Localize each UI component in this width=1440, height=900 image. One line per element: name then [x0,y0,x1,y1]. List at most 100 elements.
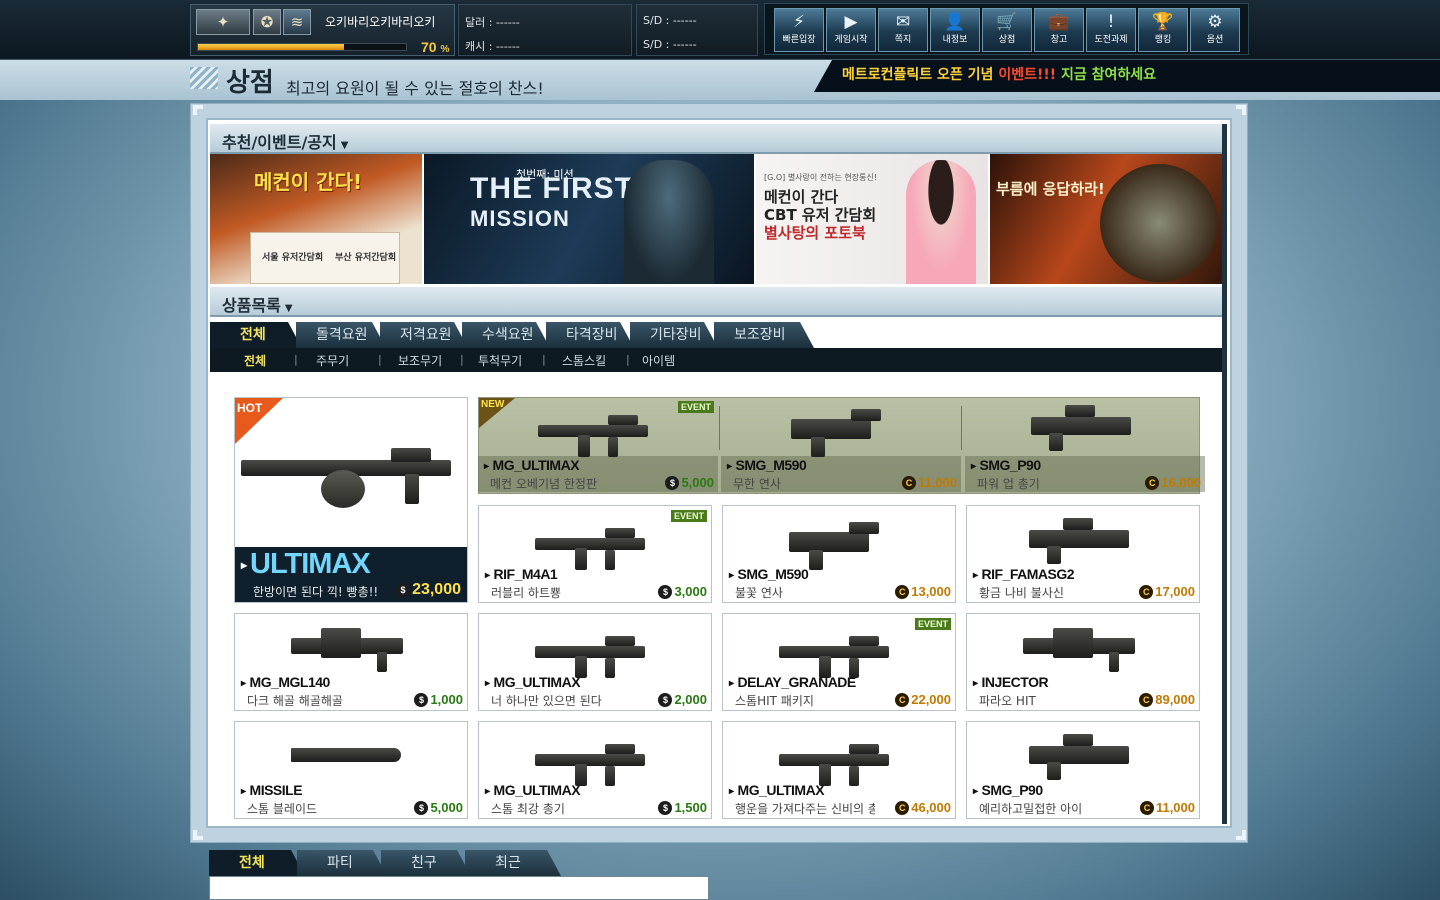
weapon-image [1023,510,1143,570]
hot-item-card[interactable]: HOT ULTIMAX 한방이면 된다 끽! 빵총!! $23,000 [234,397,468,603]
tab-recon[interactable]: 수색요원 [462,322,550,348]
menu-quick-join-button[interactable]: ⚡ 빠른입장 [774,8,824,52]
item-desc: 스톰HIT 패키지 [735,694,814,708]
product-card[interactable]: SMG_M590 불꽃 연사 C13,000 [722,505,956,603]
product-card[interactable]: INJECTOR 파라오 HIT C89,000 [966,613,1200,711]
item-desc: 행운을 가져다주는 신비의 총 [735,802,875,816]
item-desc: 러블리 하트뿅 [491,586,562,600]
tab-etc-gear[interactable]: 기타장비 [630,322,718,348]
item-price: C 16,000 [1145,475,1201,490]
product-card[interactable]: RIF_FAMASG2 황금 나비 불사신 C17,000 [966,505,1200,603]
subtab-storm-skill[interactable]: 스톰스킬 [562,352,606,369]
item-price-value: 1,000 [430,692,463,707]
character-image [906,160,976,284]
item-desc: 파워 업 총기 [977,477,1040,491]
gun-body [391,448,431,462]
subtab-item[interactable]: 아이템 [642,352,675,369]
dollar-icon: $ [414,693,429,707]
item-price: C 13,000 [895,584,951,599]
menu-game-start-button[interactable]: ▶ 게임시작 [826,8,876,52]
product-card[interactable]: SMG_P90 예리하고밀접한 아이 C11,000 [966,721,1200,819]
tab-all[interactable]: 전체 [210,322,302,348]
subtab-throwing[interactable]: 투척무기 [478,352,522,369]
exp-bar-fill [198,44,344,50]
product-section-header[interactable]: 상품목록 ▼ [210,287,1222,317]
item-desc: 불꽃 연사 [735,586,783,600]
sd-panel: S/D : ------ S/D : ------ [636,4,758,56]
tab-sub-gear[interactable]: 보조장비 [714,322,814,348]
weapon-image [241,432,461,522]
chat-tab-recent[interactable]: 최근 [465,850,561,876]
item-price-value: 46,000 [911,800,951,815]
product-card[interactable]: MG_ULTIMAX 너 하나만 있으면 된다 $2,000 [478,613,712,711]
product-card[interactable]: MG_ULTIMAX 스톰 최강 총기 $1,500 [478,721,712,819]
gun-part [811,437,825,457]
top-bar: ✦ ✪ ≋ 오키바리오키바리오키 70 % 달러 : ------ 캐시 : -… [0,0,1440,60]
recommend-section-header[interactable]: 추천/이벤트/공지 ▼ [210,124,1222,154]
product-card[interactable]: MG_MGL140 다크 해골 해골해골 $1,000 [234,613,468,711]
menu-my-info-button[interactable]: 👤 내정보 [930,8,980,52]
featured-item-card[interactable]: SMG_M590 무한 연사 C11,000 [721,397,961,492]
chat-tab-all[interactable]: 전체 [209,850,305,876]
item-price: C 46,000 [895,800,951,815]
divider: | [460,353,464,366]
product-card[interactable]: EVENT DELAY_GRANADE 스톰HIT 패키지 C22,000 [722,613,956,711]
event-text-1: 메트로컨플릭트 오픈 기념 [842,67,994,83]
event-badge: EVENT [670,510,707,522]
divider: | [626,353,630,366]
scrollbar[interactable] [1222,124,1227,824]
chat-tab-party[interactable]: 파티 [297,850,387,876]
menu-challenge-button[interactable]: ! 도전과제 [1086,8,1136,52]
dollar-icon: $ [414,801,429,815]
item-price-value: 5,000 [681,475,714,490]
menu-label: 내정보 [942,35,968,45]
user-icon: 👤 [944,12,966,32]
event-ticker[interactable]: 메트로컨플릭트 오픈 기념 이벤트!!! 지금 참여하세요 [814,60,1440,92]
item-name: MG_ULTIMAX [485,674,581,690]
chat-input[interactable] [209,876,709,900]
gun-part [538,425,648,437]
gun-part [1047,546,1061,564]
weapon-image [291,618,411,678]
recommend-section-title: 추천/이벤트/공지 ▼ [222,129,348,153]
item-price: C 11,000 [901,475,957,490]
subtab-primary[interactable]: 주무기 [316,352,349,369]
featured-item-card[interactable]: EVENT MG_ULTIMAX 메컨 오베기념 한정판 $5,000 [478,397,718,492]
main-menu: ⚡ 빠른입장 ▶ 게임시작 ✉ 쪽지 👤 내정보 🛒 상점 💼 창고 ! 도전과제 🏆 랭킹 ⚙… [764,3,1249,55]
product-card[interactable]: MG_ULTIMAX 행운을 가져다주는 신비의 총 C46,000 [722,721,956,819]
menu-options-button[interactable]: ⚙ 옵션 [1190,8,1240,52]
tab-sniper[interactable]: 저격요원 [380,322,468,348]
banner-mecon-event[interactable]: 메컨이 간다! 서울 유저간담회 부산 유저간담회 [210,154,422,284]
subtab-all[interactable]: 전체 [244,352,266,369]
event-text-3: 지금 참여하세요 [1060,67,1157,83]
chat-tab-friend[interactable]: 친구 [381,850,471,876]
tab-strike-gear[interactable]: 타격장비 [546,322,634,348]
briefcase-icon: 💼 [1048,12,1070,32]
menu-mail-button[interactable]: ✉ 쪽지 [878,8,928,52]
sd-balance-2: S/D : ------ [643,38,697,51]
menu-storage-button[interactable]: 💼 창고 [1034,8,1084,52]
featured-item-card[interactable]: SMG_P90 파워 업 총기 C16,000 [965,397,1205,492]
product-card[interactable]: EVENT RIF_M4A1 러블리 하트뿅 $3,000 [478,505,712,603]
weapon-image [291,726,411,786]
gear-icon: ⚙ [1207,12,1223,32]
tab-assault[interactable]: 돌격요원 [296,322,386,348]
banner-title: 메컨이 간다! [254,170,363,194]
menu-shop-button[interactable]: 🛒 상점 [982,8,1032,52]
gun-part [849,744,879,754]
banner-first-mission[interactable]: 첫번째: 미션 THE FIRST MISSION [424,154,754,284]
menu-label: 빠른입장 [782,35,816,45]
gun-part [849,766,859,786]
frame-corner [1236,830,1246,840]
menu-label: 게임시작 [834,35,868,45]
subtab-secondary[interactable]: 보조무기 [398,352,442,369]
hot-badge-label: HOT [237,401,263,415]
item-name: INJECTOR [973,674,1049,690]
cash-icon: C [895,585,910,599]
menu-ranking-button[interactable]: 🏆 랭킹 [1138,8,1188,52]
banner-photobook[interactable]: [G.O] 별사랑이 전하는 현장통신! 메컨이 간다 CBT 유저 간담회 별… [756,154,988,284]
banner-title: 부름에 응답하라! [996,180,1105,198]
product-card[interactable]: MISSILE 스톰 블레이드 $5,000 [234,721,468,819]
banner-mission-answer[interactable]: 부름에 응답하라! [990,154,1222,284]
divider: | [378,353,382,366]
